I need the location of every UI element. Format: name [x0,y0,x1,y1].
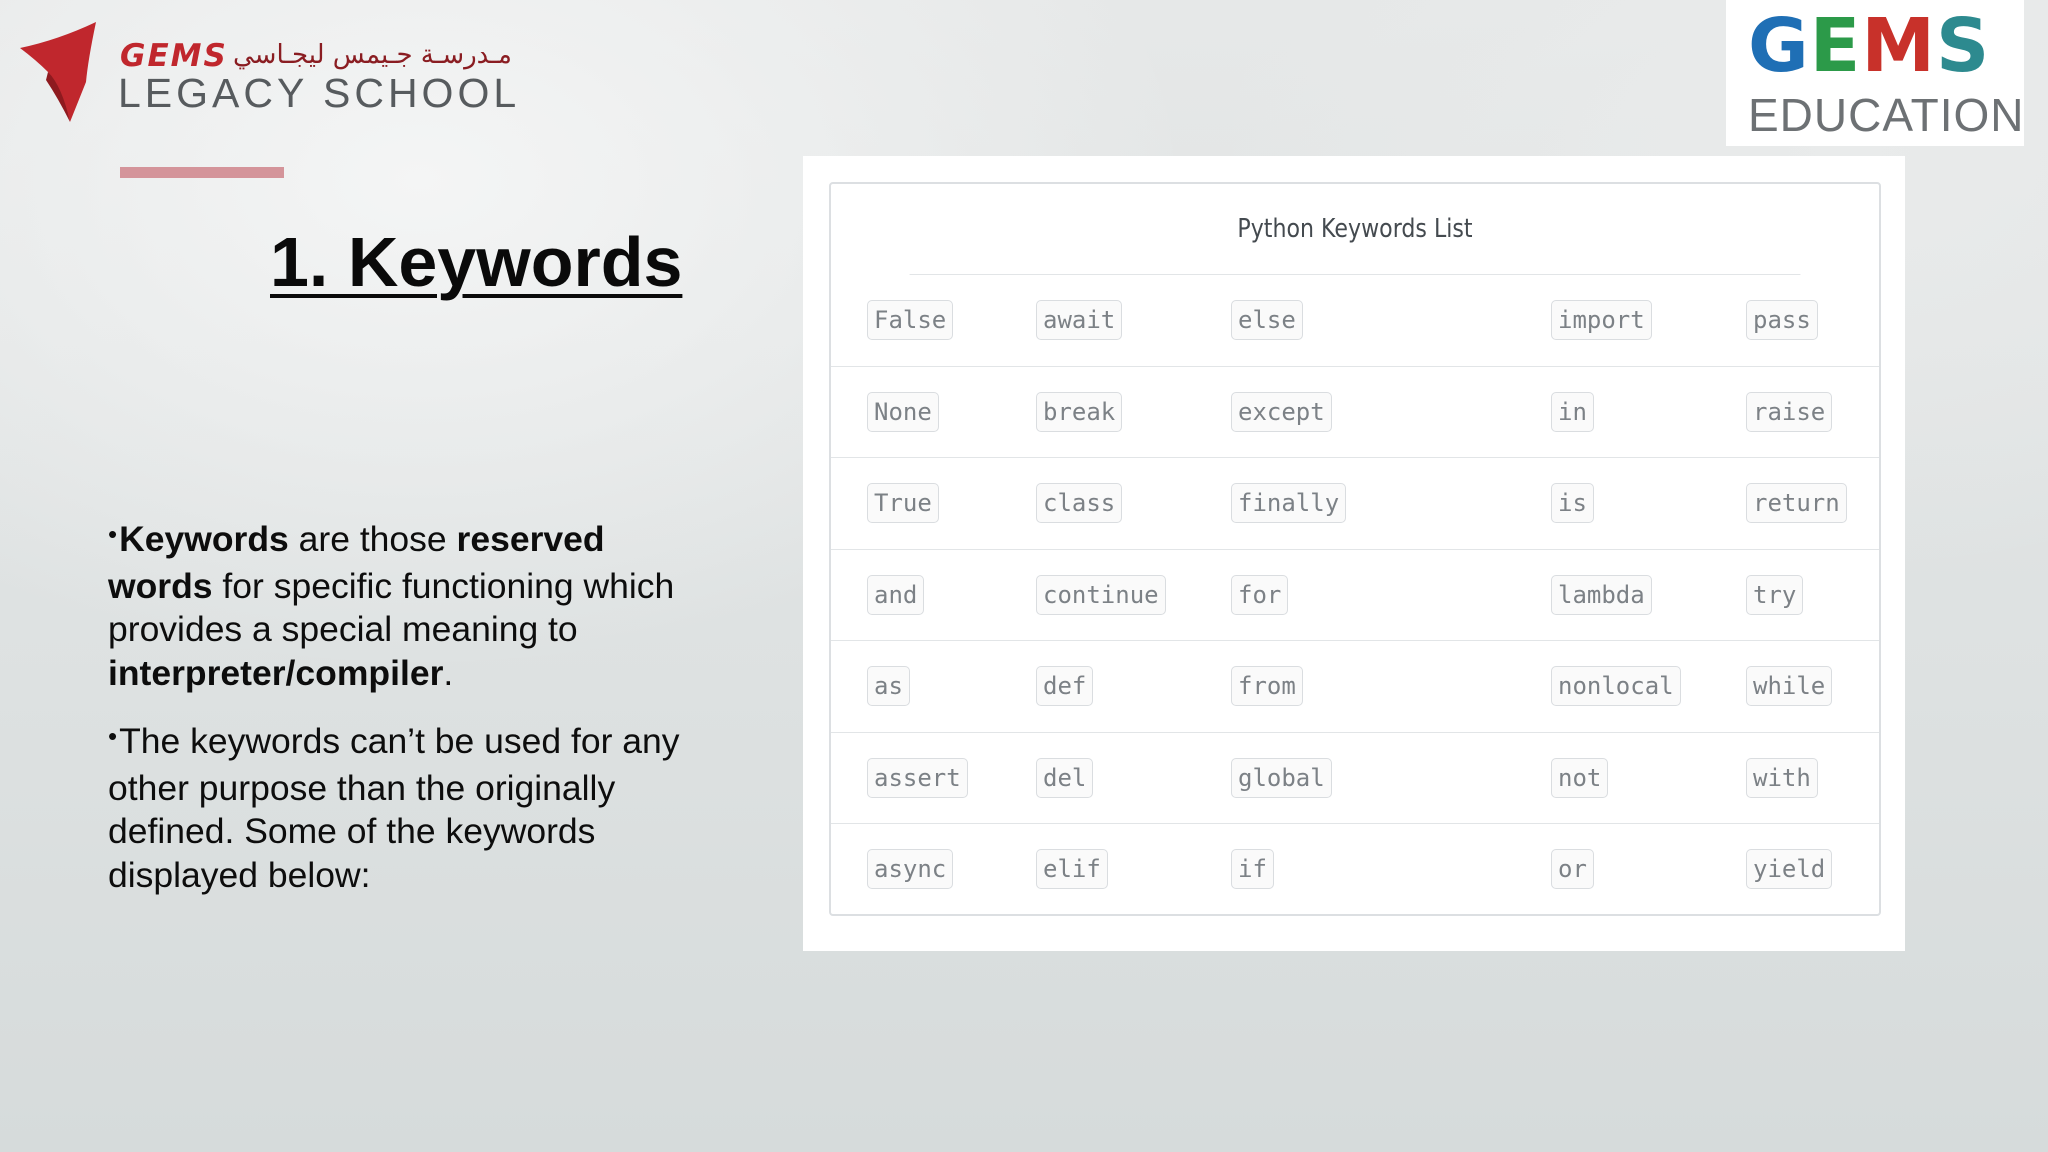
text-run: . [443,652,454,693]
table-caption: Python Keywords List [909,184,1801,275]
keyword-cell: import [1551,300,1652,340]
logo-gems-text: GEMS [120,38,228,74]
keyword-cell: elif [1036,849,1108,889]
gems-education-logo: G E M S EDUCATION [1726,0,2024,146]
gems-bird-logo-icon [20,22,96,122]
keyword-cell: continue [1036,574,1166,615]
table-row: async elif if or yield [831,824,1879,915]
table-row: False await else import pass [831,275,1879,367]
keyword-cell: is [1551,483,1594,523]
table-row: assert del global not with [831,733,1879,824]
logo-arabic-text: مـدرسـة جـيمس ليجـاسي [233,40,512,70]
keyword-cell: global [1231,757,1332,798]
keyword-cell: pass [1746,300,1818,340]
keyword-cell: else [1231,300,1303,340]
keyword-cell: False [867,300,954,340]
text-bold-keywords: Keywords [119,519,289,559]
bullet-marker: • [108,519,118,549]
keyword-cell: class [1036,483,1123,523]
keyword-cell: in [1551,391,1594,432]
keyword-cell: await [1036,300,1123,340]
table-row: True class finally is return [831,458,1879,550]
keyword-cell: if [1231,849,1274,889]
slide-title: 1. Keywords [270,223,683,301]
keyword-cell: finally [1231,483,1347,523]
keyword-cell: assert [867,757,968,798]
gems-letter-s: S [1935,3,1989,89]
gems-letter-g: G [1748,3,1809,89]
keywords-table-image: Python Keywords List False await else impor… [803,156,1905,951]
keyword-cell: lambda [1551,574,1652,615]
keyword-cell: return [1746,483,1847,523]
bullet-paragraph-2: •The keywords can’t be used for any othe… [108,720,708,897]
keyword-cell: nonlocal [1551,666,1681,706]
legacy-school-logo: GEMS مـدرسـة جـيمس ليجـاسي LEGACY SCHOOL [18,20,538,130]
keyword-cell: or [1551,849,1594,889]
keyword-cell: True [867,483,939,523]
keyword-cell: None [867,391,939,432]
keyword-cell: break [1036,391,1123,432]
table-row: None break except in raise [831,367,1879,458]
keyword-cell: del [1036,757,1094,798]
keyword-cell: not [1551,757,1609,798]
keyword-cell: yield [1746,849,1833,889]
education-text: EDUCATION [1748,89,2025,141]
accent-bar [120,167,284,178]
keyword-cell: for [1231,574,1289,615]
keyword-cell: def [1036,666,1094,706]
keyword-cell: async [867,849,954,889]
gems-letter-e: E [1809,3,1861,89]
keywords-table: Python Keywords List False await else impor… [829,182,1881,916]
gems-letter-m: M [1861,3,1935,89]
keyword-cell: except [1231,391,1332,432]
logo-school-name: LEGACY SCHOOL [118,70,521,116]
keyword-cell: while [1746,666,1833,706]
table-body: False await else import pass None break except i… [831,275,1879,915]
keyword-cell: raise [1746,391,1833,432]
slide-body: •Keywords are those reserved words for s… [108,518,708,922]
text-run: The keywords can’t be used for any other… [108,721,680,895]
bullet-paragraph-1: •Keywords are those reserved words for s… [108,518,708,695]
keyword-cell: from [1231,666,1303,706]
bullet-marker: • [108,721,118,751]
keyword-cell: and [867,574,925,615]
text-run: are those [288,519,457,559]
table-row: as def from nonlocal while [831,641,1879,733]
keyword-cell: as [867,666,910,706]
gems-wordmark: G E M S [1748,3,1989,89]
keyword-cell: try [1746,574,1804,615]
keyword-cell: with [1746,757,1818,798]
table-row: and continue for lambda try [831,550,1879,641]
text-bold-interpreter: interpreter/compiler [108,652,444,693]
